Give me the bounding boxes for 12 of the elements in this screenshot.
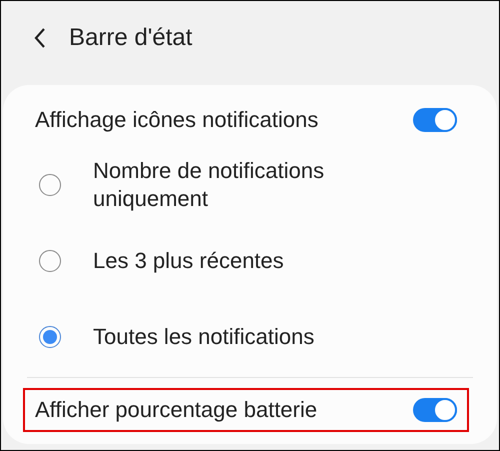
radio-button[interactable] [39,326,61,348]
option-label: Nombre de notifications uniquement [93,157,326,213]
setting-label: Afficher pourcentage batterie [35,397,318,423]
option-label: Les 3 plus récentes [93,247,284,275]
toggle-switch[interactable] [413,398,457,422]
back-icon[interactable] [33,27,47,49]
option-label: Toutes les notifications [93,323,314,351]
page-title: Barre d'état [69,24,192,52]
radio-button[interactable] [39,174,61,196]
setting-label: Affichage icônes notifications [35,107,318,133]
radio-button[interactable] [39,250,61,272]
toggle-switch[interactable] [413,108,457,132]
